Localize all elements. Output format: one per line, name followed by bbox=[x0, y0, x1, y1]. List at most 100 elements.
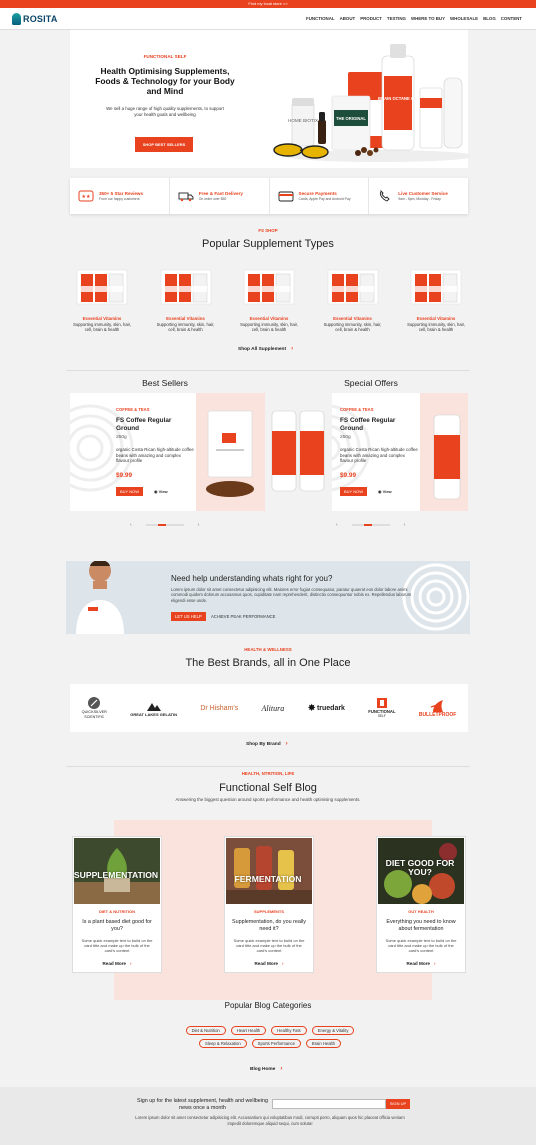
brand-bulletproof[interactable]: BULLETPROOF bbox=[419, 688, 456, 728]
read-more-label: Read More bbox=[102, 961, 126, 966]
supplement-type-card[interactable]: Essential Vitamins Supporting immunity, … bbox=[154, 266, 218, 332]
sign-up-button[interactable]: Sign up bbox=[386, 1099, 410, 1109]
logo[interactable]: ROSITA bbox=[12, 12, 58, 26]
blog-post-text: Some quick example text to build on the … bbox=[233, 938, 305, 954]
chevron-right-icon: › bbox=[291, 346, 294, 352]
supplement-type-desc: Supporting immunity, skin, hair, cell, b… bbox=[323, 322, 382, 333]
quicksilver-logo-icon bbox=[88, 697, 101, 709]
category-chip[interactable]: Heart Health bbox=[230, 1026, 267, 1035]
newsletter-email-input[interactable] bbox=[272, 1099, 386, 1109]
view-button[interactable]: ◉ View bbox=[154, 487, 168, 496]
help-title: Need help understanding whats right for … bbox=[171, 574, 333, 583]
store-locator-link[interactable]: Find my local store >> bbox=[0, 0, 536, 8]
read-more-label: Read More bbox=[406, 961, 430, 966]
blog-post-card[interactable]: DIET GOOD FOR YOU? Gut Health Everything… bbox=[376, 836, 466, 973]
bottle-label: BRAIN OCTANE OIL bbox=[378, 96, 418, 101]
buy-now-button[interactable]: Buy Now bbox=[340, 487, 368, 496]
supplement-type-desc: Supporting immunity, skin, hair, cell, b… bbox=[156, 322, 215, 333]
feature-title: Free & Fast Delivery bbox=[198, 191, 243, 196]
nav-item-functional[interactable]: FUNCTIONAL bbox=[306, 16, 335, 21]
brand-line1: Alitura bbox=[261, 703, 285, 713]
types-kicker: FS Shop bbox=[258, 228, 278, 233]
achieve-peak-performance-link[interactable]: Achieve Peak Performance bbox=[211, 612, 275, 621]
blog-post-card[interactable]: FERMENTATION Supplements Supplementation… bbox=[224, 836, 314, 973]
hero-banner: Functional Self Health Optimising Supple… bbox=[70, 30, 470, 168]
blog-post-overlay: FERMENTATION bbox=[234, 874, 302, 884]
nav-item-product[interactable]: PRODUCT bbox=[360, 16, 382, 21]
nav-item-wholesale[interactable]: WHOLESALE bbox=[450, 16, 478, 21]
nav-item-about[interactable]: ABOUT bbox=[340, 16, 356, 21]
brand-quicksilver[interactable]: QUICKSILVER SCIENTIFIC bbox=[82, 688, 107, 728]
site-header: ROSITA FUNCTIONAL ABOUT PRODUCT TESTING … bbox=[0, 8, 536, 30]
best-sellers-slider-nav: ‹ › bbox=[130, 522, 199, 528]
blog-post-category: Diet & Nutrition bbox=[99, 909, 135, 914]
next-arrow-icon[interactable]: › bbox=[404, 522, 406, 528]
read-more-link[interactable]: Read More › bbox=[73, 961, 161, 966]
section-divider bbox=[66, 370, 470, 371]
blog-post-category: Supplements bbox=[253, 909, 284, 914]
buy-now-button[interactable]: Buy Now bbox=[116, 487, 144, 496]
supplement-type-title: Essential Vitamins bbox=[82, 316, 122, 321]
let-us-help-button[interactable]: Let us help bbox=[171, 612, 206, 621]
jar-label: HOME BIOTIX bbox=[288, 118, 318, 123]
coffee-bag-image bbox=[206, 410, 254, 497]
view-label: View bbox=[382, 489, 392, 494]
shop-all-supplement-link[interactable]: Shop All Supplement › bbox=[238, 346, 293, 352]
best-sellers-title: Best Sellers bbox=[142, 378, 188, 388]
product-weight: 250g bbox=[340, 435, 351, 440]
read-more-label: Read More bbox=[254, 961, 278, 966]
supplement-type-card[interactable]: Essential Vitamins Supporting immunity, … bbox=[237, 266, 301, 332]
next-arrow-icon[interactable]: › bbox=[198, 522, 200, 528]
blog-kicker: Health, Ntrition, Life bbox=[241, 771, 295, 776]
view-button[interactable]: ◉ View bbox=[378, 487, 392, 496]
bulletproof-logo-icon bbox=[430, 699, 443, 712]
category-chip[interactable]: Sports Performance bbox=[251, 1039, 301, 1048]
shop-best-sellers-button[interactable]: Shop Best Sellers bbox=[135, 137, 193, 152]
brand-great-lakes[interactable]: GREAT LAKES GELATIN bbox=[130, 688, 177, 728]
supplement-type-card[interactable]: Essential Vitamins Supporting immunity, … bbox=[321, 266, 385, 332]
prev-arrow-icon[interactable]: ‹ bbox=[130, 522, 132, 528]
brands-title: The Best Brands, all in One Place bbox=[185, 657, 351, 669]
blog-home-link[interactable]: Blog Home › bbox=[250, 1066, 282, 1072]
feature-reviews: ★★ 350+ 5 Star Reviews From our happy cus… bbox=[70, 178, 170, 214]
category-chip[interactable]: Diet & Nutrition bbox=[185, 1026, 226, 1035]
prev-arrow-icon[interactable]: ‹ bbox=[336, 522, 338, 528]
functional-self-logo-icon bbox=[376, 698, 387, 708]
product-name[interactable]: FS Coffee Regular Ground bbox=[340, 417, 416, 433]
category-chip[interactable]: Healthy Fats bbox=[271, 1026, 307, 1035]
nav-item-content[interactable]: CONTENT bbox=[501, 16, 522, 21]
blog-post-title: Supplementation, do you really need it? bbox=[231, 919, 307, 932]
category-chip[interactable]: Brain Health bbox=[305, 1039, 341, 1048]
nav-item-blog[interactable]: BLOG bbox=[483, 16, 496, 21]
read-more-link[interactable]: Read More › bbox=[377, 961, 465, 966]
supplement-image bbox=[76, 269, 128, 305]
supplement-types-list: Essential Vitamins Supporting immunity, … bbox=[70, 266, 468, 332]
product-name[interactable]: FS Coffee Regular Ground bbox=[116, 417, 192, 433]
blog-subtitle: Answering the biggest question around sp… bbox=[175, 797, 361, 802]
nav-item-where-to-buy[interactable]: WHERE TO BUY bbox=[411, 16, 445, 21]
supplement-type-card[interactable]: Essential Vitamins Supporting immunity, … bbox=[404, 266, 468, 332]
category-chip[interactable]: Sleep & Relaxation bbox=[199, 1039, 247, 1048]
nav-item-testing[interactable]: TESTING bbox=[387, 16, 406, 21]
shop-by-brand-link[interactable]: Shop By Brand › bbox=[246, 741, 288, 747]
category-chip[interactable]: Energy & Vitality bbox=[311, 1026, 355, 1035]
slider-progress bbox=[351, 524, 390, 526]
newsletter-title: Sign up for the latest supplement, healt… bbox=[137, 1098, 268, 1111]
brand-truedark[interactable]: ✸ truedark bbox=[308, 688, 345, 728]
brand-functional-self[interactable]: FUNCTIONAL SELF bbox=[368, 688, 396, 728]
blog-post-title: Is a plant based diet good for you? bbox=[82, 919, 152, 932]
read-more-link[interactable]: Read More › bbox=[225, 961, 313, 966]
supplement-type-card[interactable]: Essential Vitamins Supporting immunity, … bbox=[70, 266, 134, 332]
blog-post-overlay: SUPPLEMENTATION bbox=[73, 870, 159, 880]
blog-post-card[interactable]: SUPPLEMENTATION Diet & Nutrition Is a pl… bbox=[72, 836, 162, 973]
blog-categories-title: Popular Blog Categories bbox=[224, 1001, 312, 1010]
blog-post-text: Some quick example text to build on the … bbox=[385, 938, 457, 954]
chevron-right-icon: › bbox=[129, 961, 132, 966]
product-price: $9.99 bbox=[340, 472, 356, 479]
brand-alitura[interactable]: Alitura bbox=[262, 688, 285, 728]
logo-text: ROSITA bbox=[23, 14, 58, 24]
brand-dr-hishams[interactable]: Dr Hisham's bbox=[200, 688, 238, 728]
blog-post-category: Gut Health bbox=[408, 909, 434, 914]
brain-octane-image bbox=[433, 414, 461, 500]
hero-text: We sell a huge range of high quality sup… bbox=[106, 106, 224, 117]
